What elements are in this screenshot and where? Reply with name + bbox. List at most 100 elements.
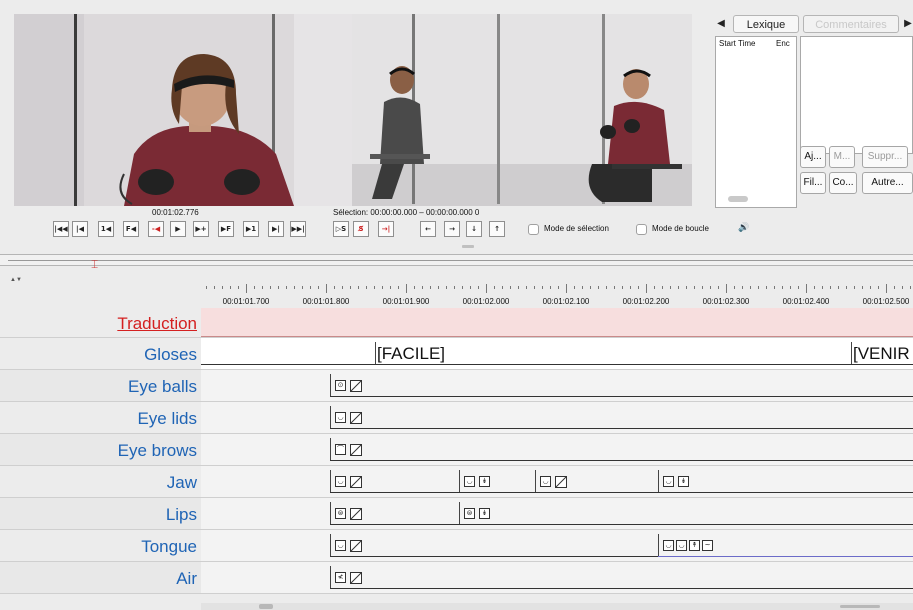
back-pixel-button[interactable]: -◀ — [148, 221, 164, 237]
filter-button[interactable]: Fil... — [800, 172, 826, 194]
tier-label-tongue[interactable]: Tongue — [141, 537, 197, 557]
ruler-minor-tick — [662, 286, 663, 289]
back-one-second-button[interactable]: 1◀ — [98, 221, 114, 237]
ruler-minor-tick — [318, 286, 319, 289]
tongue-symbol-icon[interactable]: ◡ — [663, 540, 674, 551]
tier-label-eye-brows[interactable]: Eye brows — [118, 441, 197, 461]
column-end-time[interactable]: Enc — [776, 39, 790, 48]
jaw-symbol-icon[interactable]: ◡ — [663, 476, 674, 487]
tongue-curve-symbol-icon[interactable]: ◡ — [676, 540, 687, 551]
tier-track-eye-balls[interactable]: ⊙ — [201, 370, 913, 401]
tier-label-jaw[interactable]: Jaw — [167, 473, 197, 493]
go-to-start-button[interactable]: |◀◀ — [53, 221, 69, 237]
tab-commentaires[interactable]: Commentaires — [803, 15, 899, 33]
next-frame-step-button[interactable]: ▶| — [268, 221, 284, 237]
ruler-minor-tick — [390, 286, 391, 289]
ruler-minor-tick — [838, 286, 839, 289]
forward-frame-button[interactable]: ▶F — [218, 221, 234, 237]
other-button[interactable]: Autre... — [862, 172, 913, 194]
tier-track-gloses[interactable]: [FACILE] [VENIR — [201, 338, 913, 369]
table-scrollbar[interactable] — [728, 196, 748, 202]
back-frame-button[interactable]: F◀ — [123, 221, 139, 237]
horizontal-scrollbar[interactable] — [201, 603, 913, 610]
lips-symbol-icon[interactable]: ⊜ — [464, 508, 475, 519]
forward-one-second-button[interactable]: ▶1 — [243, 221, 259, 237]
lips-symbol-icon[interactable]: ⊜ — [335, 508, 346, 519]
tongue-up-symbol-icon[interactable]: ↟ — [689, 540, 700, 551]
selection-mode-checkbox[interactable] — [528, 224, 539, 235]
column-start-time[interactable]: Start Time — [719, 39, 755, 48]
ruler-minor-tick — [294, 286, 295, 289]
zoom-arrows-icon[interactable]: ▲▼ — [10, 277, 22, 283]
timeline-overview[interactable] — [0, 254, 913, 266]
tab-prev-button[interactable]: ◀ — [714, 17, 728, 31]
slash-symbol-icon — [350, 508, 362, 520]
clear-selection-button[interactable]: S̸ — [353, 221, 369, 237]
play-button[interactable]: ▶ — [170, 221, 186, 237]
gloss-annotation[interactable]: [VENIR — [853, 344, 910, 364]
tier-label-eye-balls[interactable]: Eye balls — [128, 377, 197, 397]
air-symbol-icon[interactable]: ≮ — [335, 572, 346, 583]
forward-pixel-button[interactable]: ▶+ — [193, 221, 209, 237]
ruler-minor-tick — [518, 286, 519, 289]
gloss-annotation[interactable]: [FACILE] — [377, 344, 445, 364]
next-annotation-button[interactable]: → — [444, 221, 460, 237]
tier-track-eye-brows[interactable]: ⌒ — [201, 434, 913, 465]
scrollbar-thumb[interactable] — [259, 604, 273, 609]
go-to-end-button[interactable]: ▶▶| — [290, 221, 306, 237]
scrollbar-thumb-right[interactable] — [840, 605, 880, 608]
tier-track-air[interactable]: ≮ — [201, 562, 913, 593]
tier-track-eye-lids[interactable]: ◡ — [201, 402, 913, 433]
tier-down-button[interactable]: ↓ — [466, 221, 482, 237]
time-ruler[interactable]: 00:01:01.700 00:01:01.800 00:01:01.900 00:0… — [201, 280, 913, 308]
tier-label-eye-lids[interactable]: Eye lids — [137, 409, 197, 429]
tier-track-tongue[interactable]: ◡ ◡ ◡ ↟ ~ — [201, 530, 913, 561]
selection-to-end-button[interactable]: →| — [378, 221, 394, 237]
jaw-down-symbol-icon[interactable]: ↡ — [479, 476, 490, 487]
video-viewer-closeup[interactable] — [14, 14, 352, 206]
delete-button[interactable]: Suppr... — [862, 146, 908, 168]
tier-label-traduction[interactable]: Traduction — [117, 314, 197, 334]
tier-track-jaw[interactable]: ◡ ◡ ↡ ◡ ◡ ↡ — [201, 466, 913, 497]
comment-text-area[interactable] — [800, 36, 913, 154]
eyeball-symbol-icon[interactable]: ⊙ — [335, 380, 346, 391]
annotation-baseline — [330, 492, 913, 493]
ruler-minor-tick — [238, 286, 239, 289]
video-viewer-wide[interactable] — [352, 14, 692, 206]
tier-track-traduction[interactable] — [201, 308, 913, 337]
add-button[interactable]: Aj... — [800, 146, 826, 168]
tab-next-button[interactable]: ▶ — [901, 17, 913, 31]
tongue-symbol-icon[interactable]: ◡ — [335, 540, 346, 551]
modify-button[interactable]: M... — [829, 146, 855, 168]
ruler-time-label: 00:01:01.700 — [222, 297, 270, 306]
jaw-symbol-icon[interactable]: ◡ — [464, 476, 475, 487]
previous-annotation-button[interactable]: ← — [420, 221, 436, 237]
jaw-symbol-icon[interactable]: ◡ — [540, 476, 551, 487]
tongue-wave-symbol-icon[interactable]: ~ — [702, 540, 713, 551]
ruler-minor-tick — [726, 286, 727, 289]
tier-track-lips[interactable]: ⊜ ⊜ ↡ — [201, 498, 913, 529]
splitter-handle[interactable] — [462, 245, 474, 248]
jaw-symbol-icon[interactable]: ◡ — [335, 476, 346, 487]
lexicon-table[interactable]: Start Time Enc — [715, 36, 797, 208]
tier-label-lips[interactable]: Lips — [166, 505, 197, 525]
tier-row-traduction: Traduction — [0, 308, 913, 338]
crosshair-cursor-icon[interactable]: ⌶ — [91, 258, 98, 270]
ruler-minor-tick — [478, 286, 479, 289]
previous-frame-step-button[interactable]: |◀ — [72, 221, 88, 237]
ruler-time-label: 00:01:02.200 — [622, 297, 670, 306]
tier-up-button[interactable]: ↑ — [489, 221, 505, 237]
eyebrow-symbol-icon[interactable]: ⌒ — [335, 444, 346, 455]
jaw-down-symbol-icon[interactable]: ↡ — [678, 476, 689, 487]
eyelid-symbol-icon[interactable]: ◡ — [335, 412, 346, 423]
tier-label-gloses[interactable]: Gloses — [144, 345, 197, 365]
speaker-icon[interactable]: 🔊 — [738, 222, 749, 233]
tab-lexique[interactable]: Lexique — [733, 15, 799, 33]
lips-down-symbol-icon[interactable]: ↡ — [479, 508, 490, 519]
loop-mode-checkbox[interactable] — [636, 224, 647, 235]
ruler-minor-tick — [342, 286, 343, 289]
tier-label-air[interactable]: Air — [176, 569, 197, 589]
play-selection-button[interactable]: ▷S — [333, 221, 349, 237]
copy-button[interactable]: Co... — [829, 172, 857, 194]
ruler-minor-tick — [710, 286, 711, 289]
